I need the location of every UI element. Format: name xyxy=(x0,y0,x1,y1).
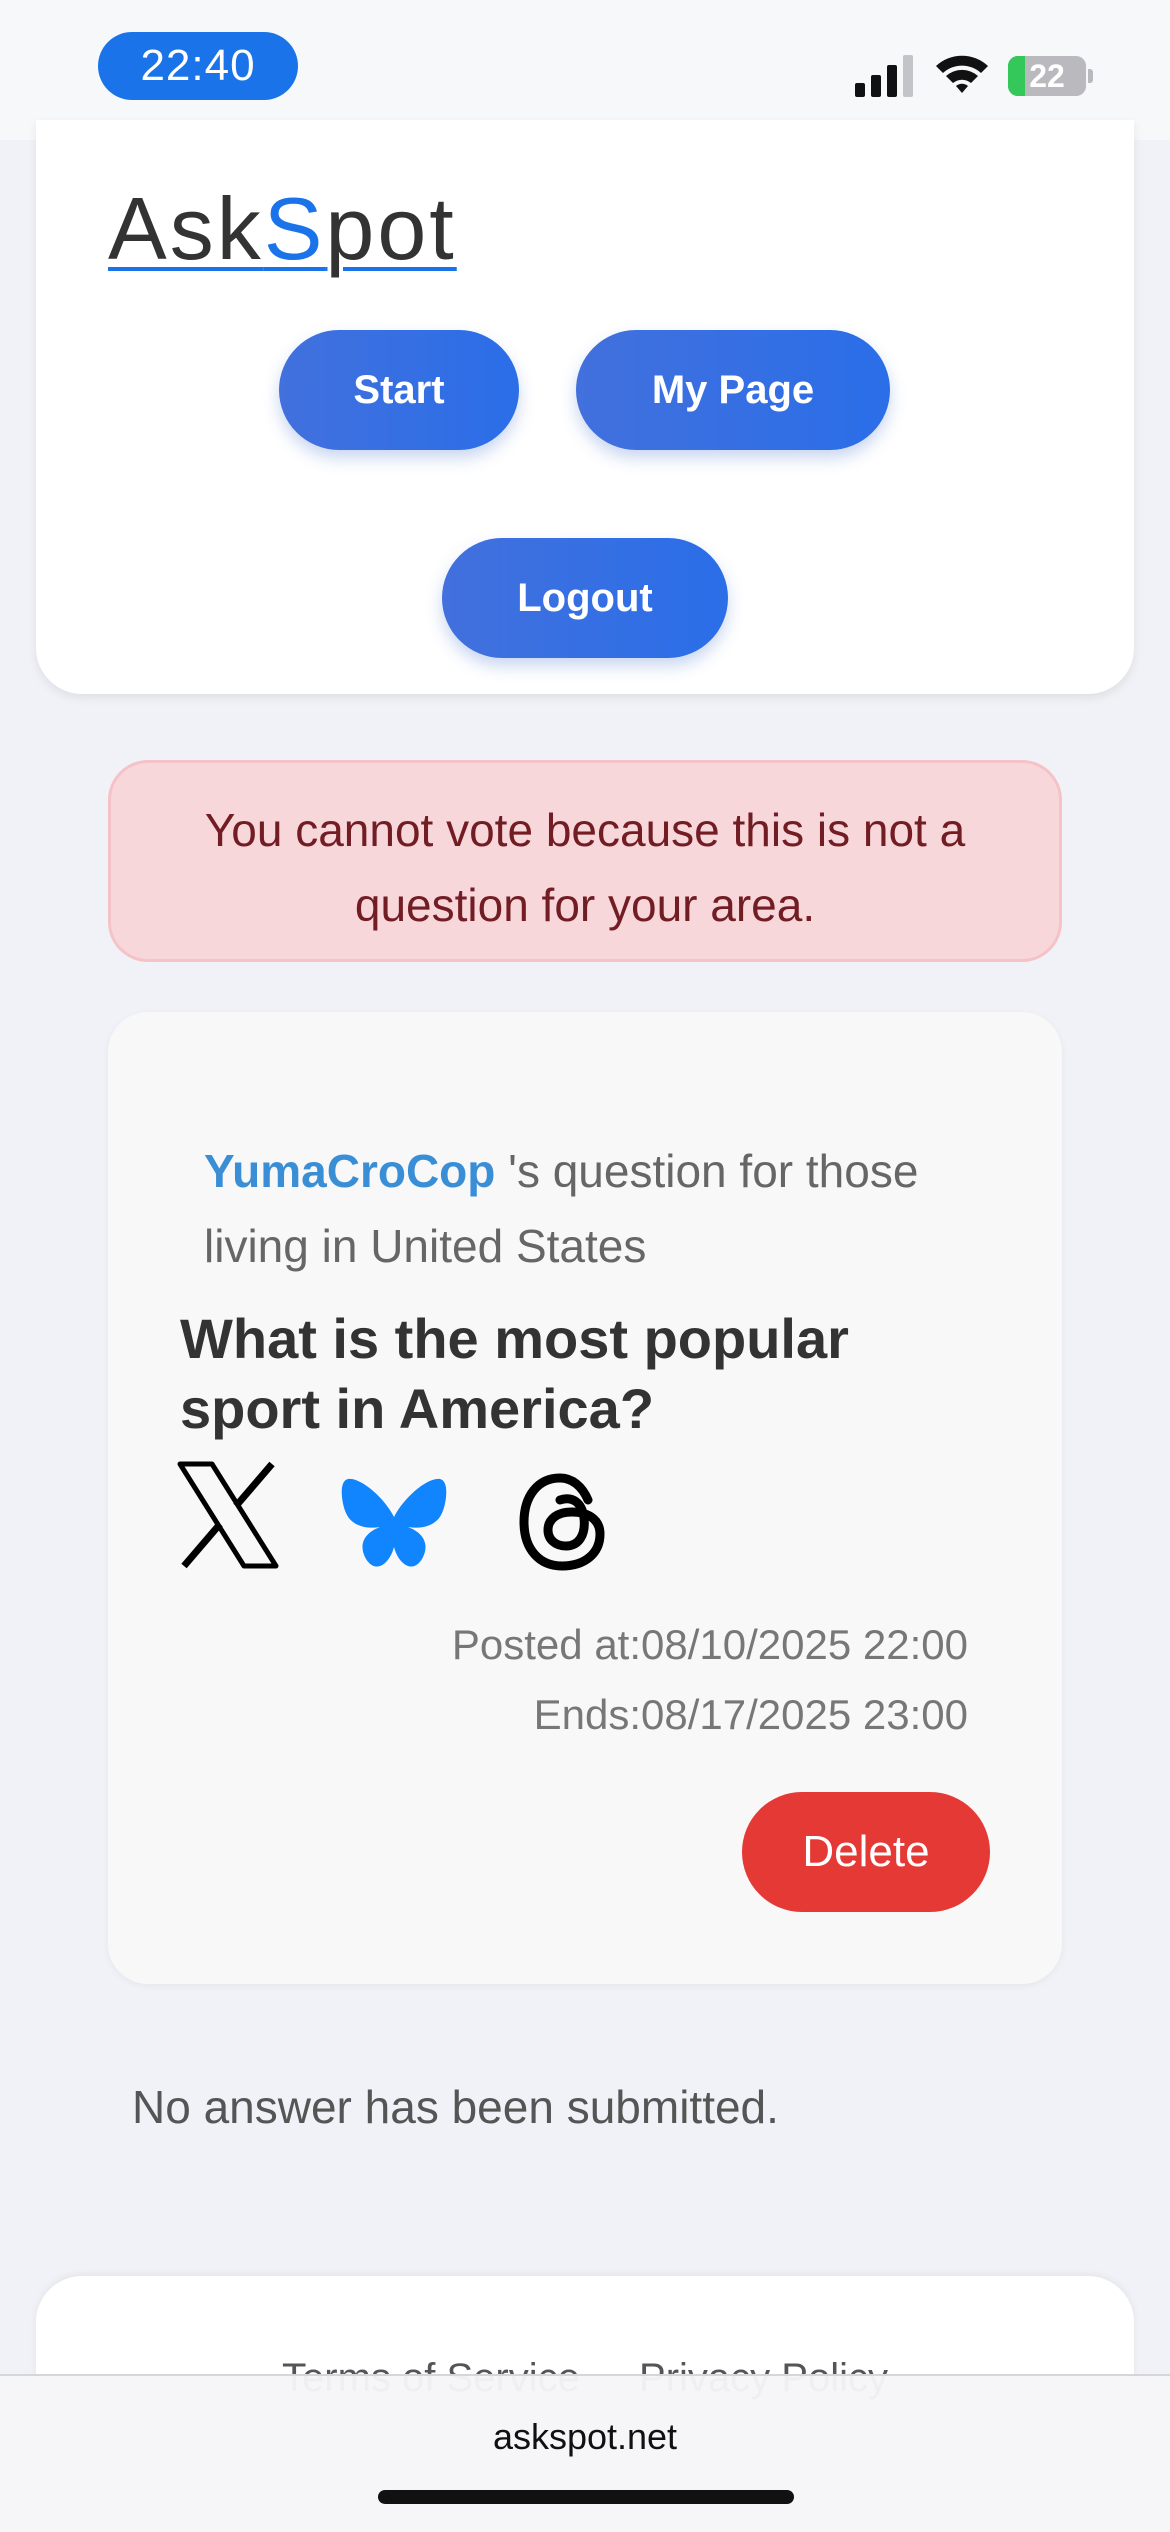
delete-button[interactable]: Delete xyxy=(742,1792,990,1912)
author-link[interactable]: YumaCroCop xyxy=(204,1145,495,1197)
question-title: What is the most popular sport in Americ… xyxy=(180,1307,849,1440)
start-button[interactable]: Start xyxy=(279,330,519,450)
browser-address-bar[interactable]: askspot.net xyxy=(0,2374,1170,2532)
threads-icon[interactable] xyxy=(516,1467,610,1577)
status-bar: 22:40 22 xyxy=(0,0,1170,140)
site-logo[interactable]: AskSpot xyxy=(108,178,457,280)
ends-at: Ends:08/17/2025 23:00 xyxy=(533,1691,968,1738)
question-author-line: YumaCroCop 's question for those living … xyxy=(204,1134,984,1284)
question-card: YumaCroCop 's question for those living … xyxy=(108,1012,1062,1984)
bluesky-icon[interactable] xyxy=(340,1470,448,1580)
logout-button[interactable]: Logout xyxy=(442,538,728,658)
my-page-button[interactable]: My Page xyxy=(576,330,890,450)
signal-icon xyxy=(855,55,913,97)
posted-at: Posted at:08/10/2025 22:00 xyxy=(451,1621,968,1668)
site-header: AskSpot Start My Page Logout xyxy=(36,120,1134,694)
vote-restriction-alert: You cannot vote because this is not a qu… xyxy=(108,760,1062,962)
battery-level: 22 xyxy=(1029,58,1065,94)
battery-charging-icon: 22 xyxy=(1008,56,1086,96)
wifi-icon xyxy=(936,55,988,93)
x-icon[interactable] xyxy=(176,1460,280,1570)
battery-nub xyxy=(1088,69,1093,83)
status-time: 22:40 xyxy=(98,32,298,100)
no-answer-message: No answer has been submitted. xyxy=(132,2081,779,2133)
home-indicator[interactable] xyxy=(378,2490,794,2504)
browser-url[interactable]: askspot.net xyxy=(0,2416,1170,2458)
